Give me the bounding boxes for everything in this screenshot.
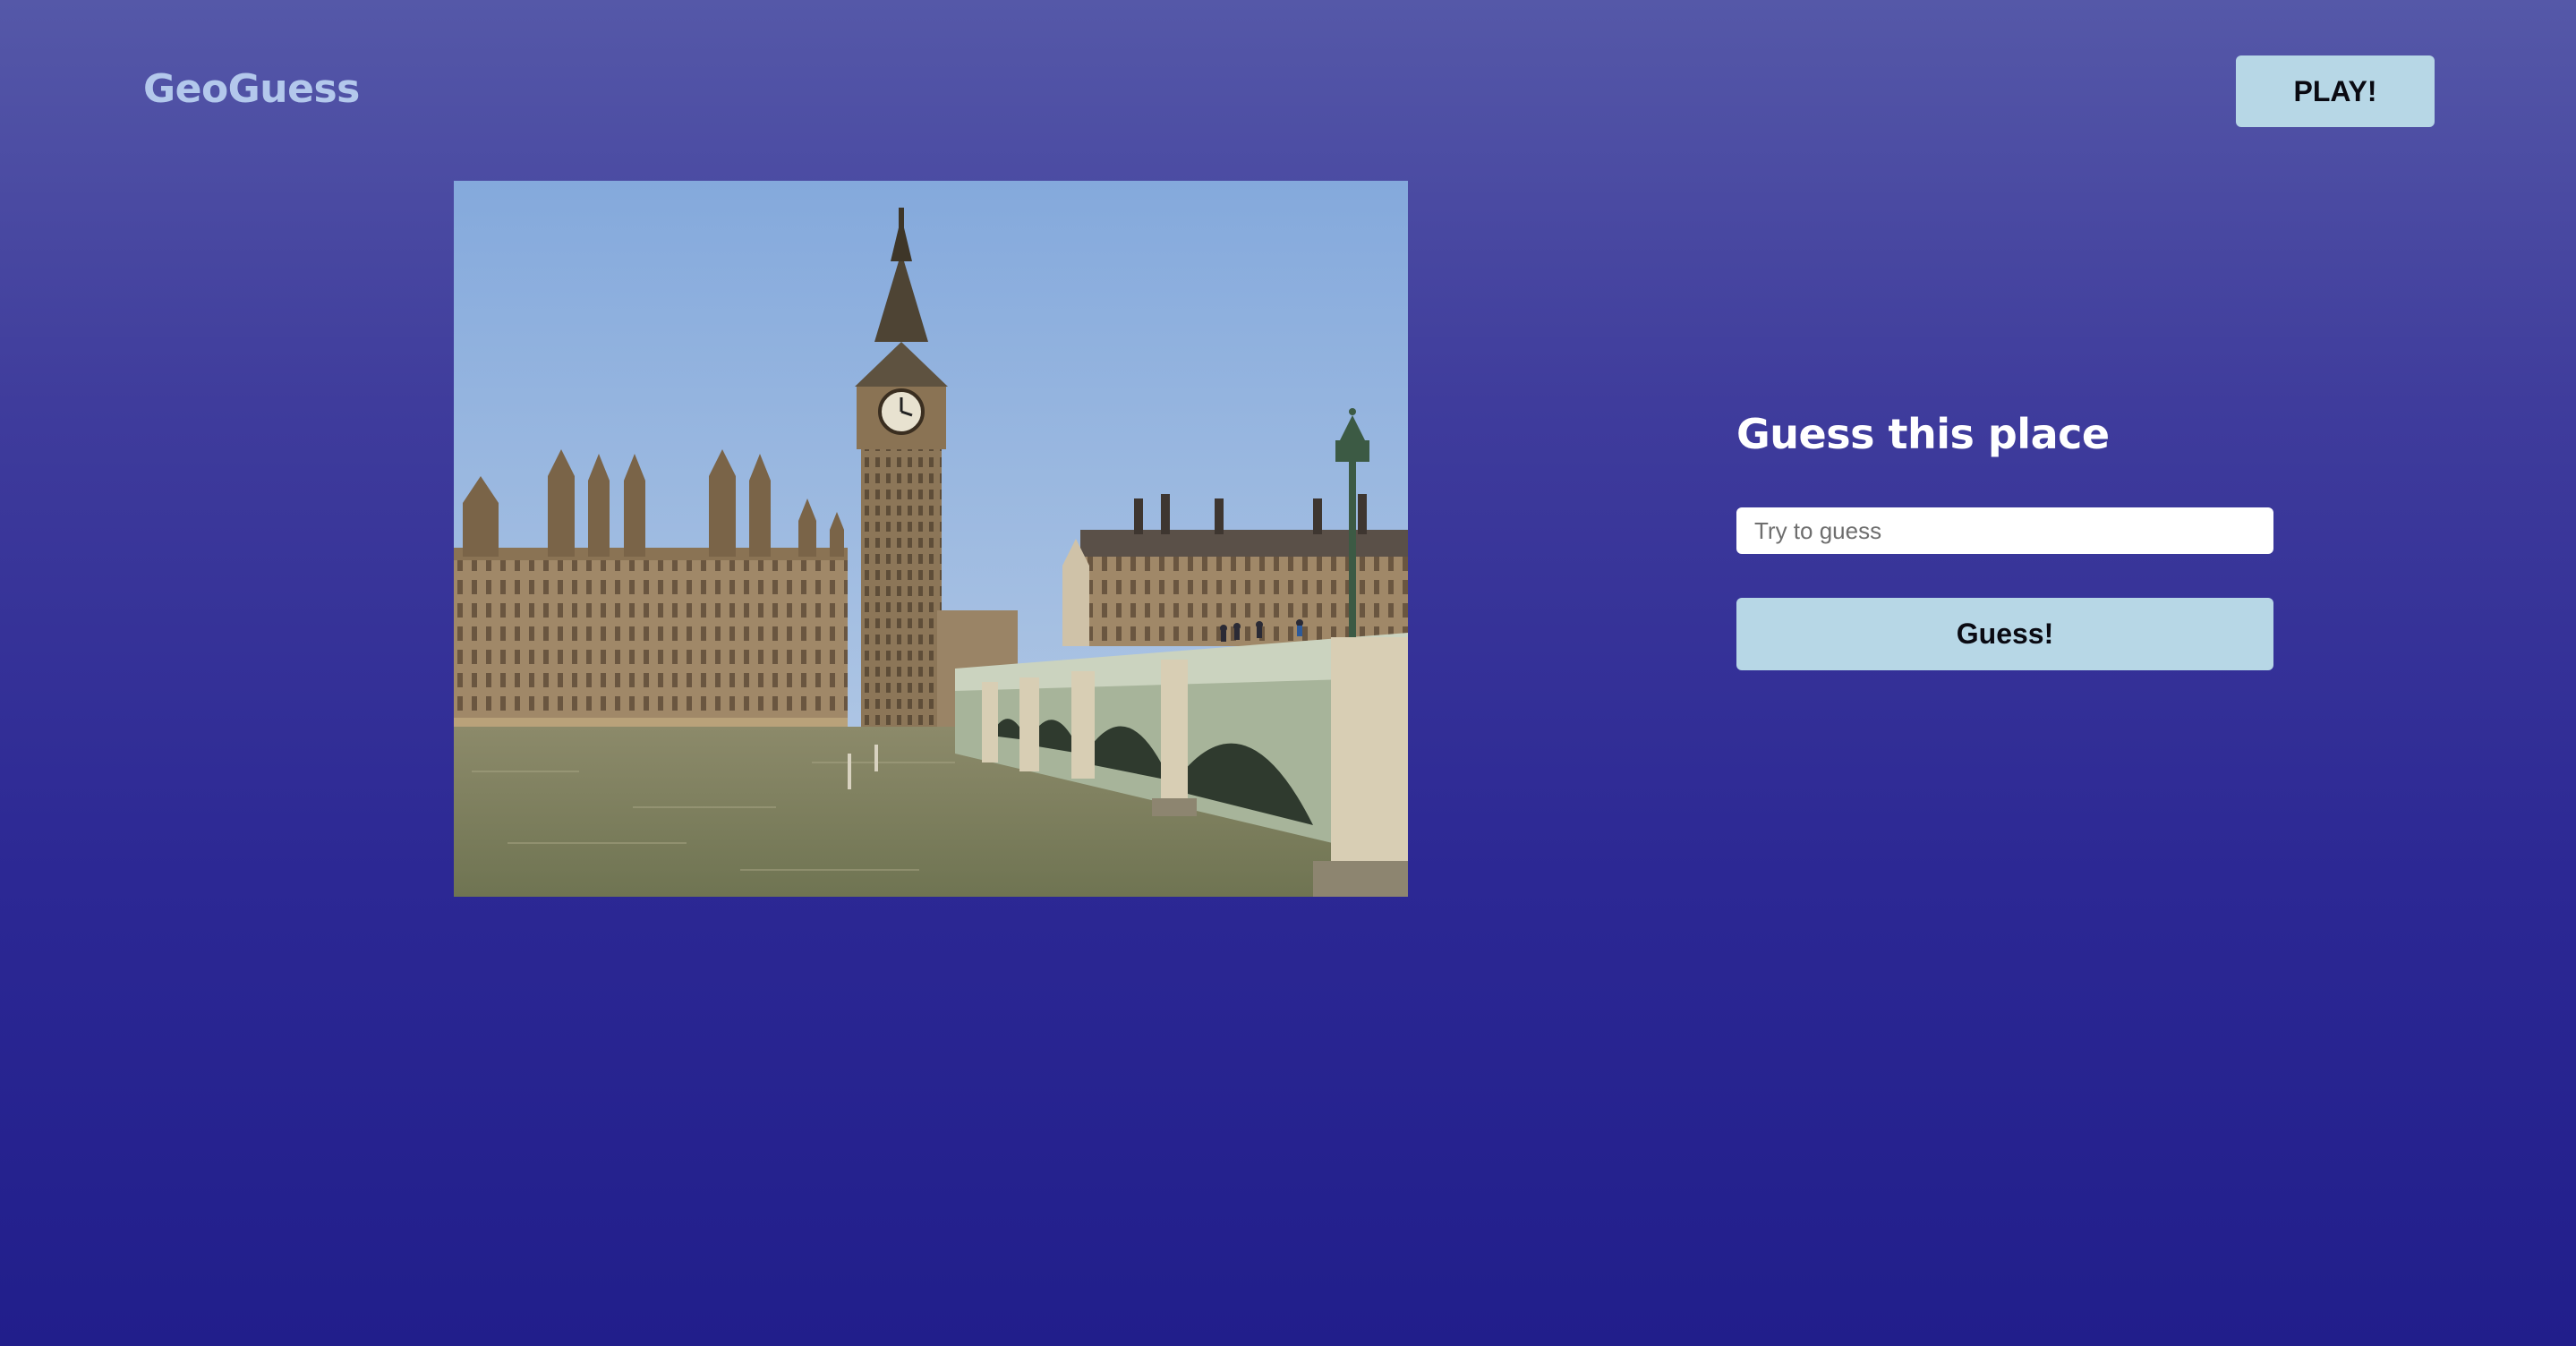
app-logo[interactable]: GeoGuess — [143, 66, 360, 112]
guess-panel-title: Guess this place — [1736, 410, 2110, 458]
play-button[interactable]: PLAY! — [2236, 55, 2435, 127]
page: { "header": { "logo_text": "GeoGuess", "… — [0, 0, 2576, 1346]
guess-button[interactable]: Guess! — [1736, 598, 2273, 670]
landmark-photo — [454, 181, 1408, 897]
guess-input[interactable] — [1736, 507, 2273, 554]
